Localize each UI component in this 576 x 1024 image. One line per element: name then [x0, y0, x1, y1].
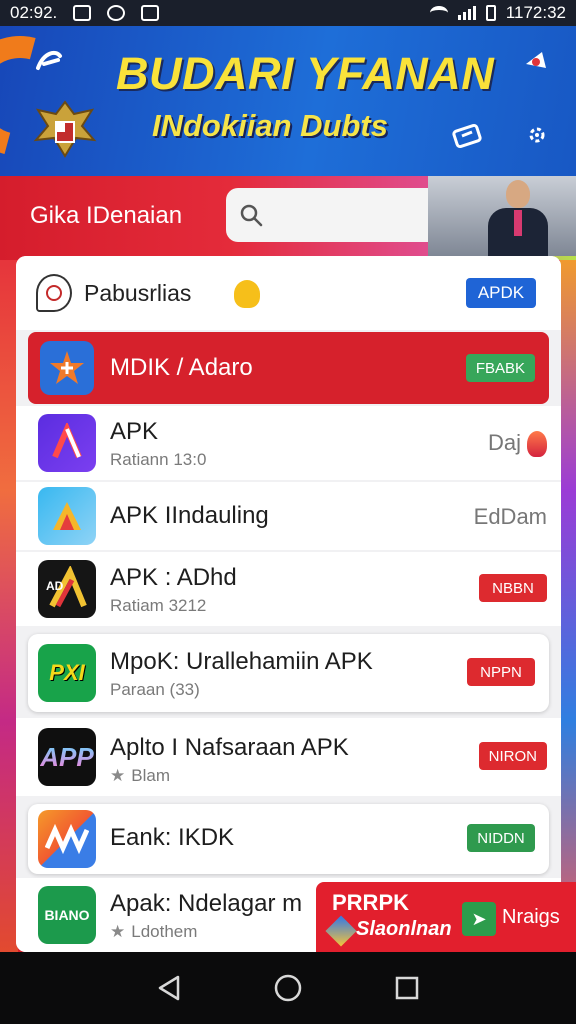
promo-banner[interactable]: PRRPK Slaonlnan ➤ Nraigs: [316, 882, 576, 952]
download-tag[interactable]: NIRON: [478, 742, 547, 770]
app-name: MpoK: Urallehamiin APK: [110, 648, 373, 675]
search-label: Gika IDenaian: [30, 202, 183, 229]
diamond-icon: [325, 915, 357, 947]
promo-title: PRRPK: [332, 890, 410, 915]
app-subtitle: ★ Ldothem: [110, 922, 198, 941]
app-store-icon: APP: [38, 728, 96, 786]
star-app-icon: [40, 341, 94, 395]
list-item[interactable]: AD APK : ADhd Ratiam 3212 NBBN: [16, 552, 561, 626]
card-header-title: Pabusrlias: [84, 280, 192, 306]
app-icon-text: PXI: [49, 660, 85, 685]
list-item[interactable]: APK Ratiann 13:0 Daj: [16, 406, 561, 480]
status-time: 02:92.: [10, 3, 58, 22]
status-right-time: 1172:32: [505, 3, 566, 22]
navigation-bar: [0, 952, 576, 1024]
app-list-card: Pabusrlias APDK MDIK / Adaro FBABK APK R…: [16, 256, 561, 952]
app-name: Eank: IKDK: [110, 824, 235, 851]
home-icon: [274, 974, 302, 1002]
list-item[interactable]: PXI MpoK: Urallehamiin APK Paraan (33) N…: [28, 634, 549, 712]
recents-button[interactable]: [385, 966, 429, 1010]
promo-right-text: Nraigs: [502, 906, 560, 928]
chat-icon: [36, 274, 72, 312]
app-subtitle: Ratiam 3212: [110, 596, 207, 615]
share-icon[interactable]: [452, 122, 484, 157]
settings-icon[interactable]: [524, 122, 550, 155]
list-item-highlighted[interactable]: MDIK / Adaro FBABK: [28, 332, 549, 404]
recents-icon: [395, 976, 418, 1000]
triangle-app-icon: [38, 487, 96, 545]
app-right-text[interactable]: EdDam: [474, 504, 547, 530]
back-icon: [159, 975, 180, 1001]
pxi-app-icon: PXI: [38, 644, 96, 702]
flame-icon: [527, 431, 547, 458]
list-item[interactable]: APP Aplto I Nafsaraan APK ★ Blam NIRON: [16, 718, 561, 796]
search-icon: [240, 204, 263, 227]
biano-app-icon: BIANO: [38, 886, 96, 944]
download-tag[interactable]: FBABK: [465, 354, 535, 382]
app-icon-text: BIANO: [44, 907, 90, 923]
list-item[interactable]: APK IIndauling EdDam: [16, 482, 561, 550]
header-banner: BUDARI YFANAN INdokiian Dubts: [0, 26, 576, 176]
image-icon: [73, 5, 92, 21]
apk-app-icon: [38, 414, 96, 472]
app-subtitle: ★ Blam: [110, 766, 170, 785]
app-subtitle: Ratiann 13:0: [110, 450, 207, 469]
download-tag[interactable]: NPPN: [467, 658, 535, 686]
star-icon: ★: [110, 922, 126, 941]
wave-app-icon: [38, 810, 96, 868]
header-badge[interactable]: APDK: [466, 278, 536, 308]
app-right-label[interactable]: Daj: [487, 430, 547, 458]
home-button[interactable]: [266, 966, 310, 1010]
signal-icon: [457, 6, 476, 20]
lock-icon: [141, 5, 160, 21]
right-decoration: [560, 260, 576, 952]
play-icon: ➤: [462, 902, 496, 936]
svg-text:AD: AD: [46, 579, 64, 593]
promo-subtitle: Slaonlnan: [356, 918, 452, 940]
banner-subtitle: INdokiian Dubts: [152, 108, 388, 143]
app-name: Apak: Ndelagar m: [110, 890, 303, 917]
hand-icon: [234, 280, 260, 308]
download-tag[interactable]: NIDDN: [467, 824, 535, 852]
banner-title: BUDARI YFANAN: [116, 48, 495, 99]
star-icon: ★: [110, 766, 126, 785]
battery-icon: [485, 5, 496, 21]
download-tag[interactable]: NBBN: [479, 574, 547, 602]
status-bar: 02:92. 1172:32: [0, 0, 576, 26]
app-name: APK IIndauling: [110, 502, 269, 529]
app-name: MDIK / Adaro: [110, 354, 253, 381]
wifi-icon: [429, 6, 448, 20]
megaphone-icon[interactable]: [522, 46, 552, 83]
presenter-photo: [428, 176, 576, 256]
card-header: Pabusrlias APDK: [16, 256, 561, 330]
back-button[interactable]: [147, 966, 191, 1010]
app-subtitle: Paraan (33): [110, 680, 200, 699]
app-name: APK: [110, 418, 159, 445]
clock-icon: [107, 5, 126, 21]
ad-app-icon: AD: [38, 560, 96, 618]
emblem-icon: [33, 100, 97, 158]
app-name: APK : ADhd: [110, 564, 237, 591]
app-icon-text: APP: [40, 741, 94, 772]
app-name: Aplto I Nafsaraan APK: [110, 734, 349, 761]
app-right-text: Daj: [487, 430, 521, 455]
list-item[interactable]: Eank: IKDK NIDDN: [28, 804, 549, 874]
logo-icon[interactable]: [34, 48, 64, 81]
